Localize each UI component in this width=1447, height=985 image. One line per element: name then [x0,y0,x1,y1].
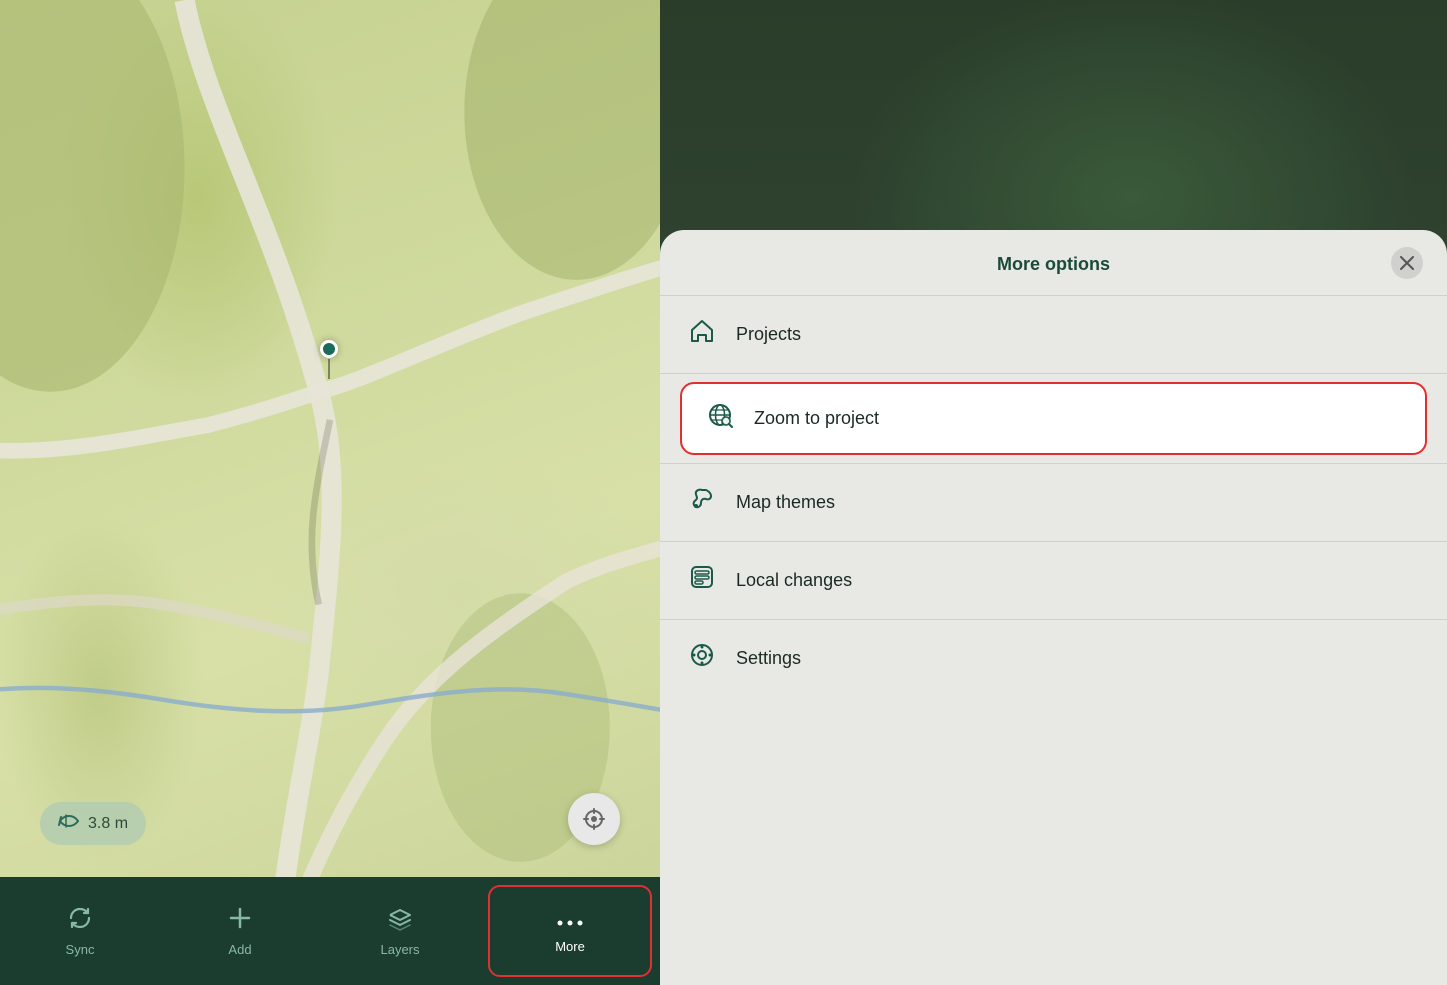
brush-icon [688,486,716,519]
modal-close-button[interactable] [1391,247,1423,279]
home-icon [688,318,716,351]
layers-label: Layers [380,942,419,957]
settings-icon [688,642,716,675]
menu-item-map-themes[interactable]: Map themes [660,464,1447,541]
add-label: Add [228,942,251,957]
zoom-to-project-label: Zoom to project [754,408,879,429]
modal-sheet: More options Projects [660,230,1447,985]
distance-icon [58,812,80,835]
menu-item-projects[interactable]: Projects [660,296,1447,373]
map-panel: 3.8 m Sync [0,0,660,985]
layers-icon [387,905,413,936]
modal-title: More options [997,254,1110,275]
nav-item-add[interactable]: Add [160,877,320,985]
local-changes-label: Local changes [736,570,852,591]
distance-badge: 3.8 m [40,802,146,845]
more-label: More [555,939,585,954]
more-icon [557,909,583,933]
map-themes-label: Map themes [736,492,835,513]
menu-item-local-changes[interactable]: Local changes [660,542,1447,619]
local-changes-icon [688,564,716,597]
menu-item-zoom-to-project[interactable]: Zoom to project [680,382,1427,455]
nav-item-more[interactable]: More [488,885,652,977]
divider-1 [660,373,1447,374]
sync-icon [67,905,93,936]
nav-item-sync[interactable]: Sync [0,877,160,985]
projects-label: Projects [736,324,801,345]
nav-item-layers[interactable]: Layers [320,877,480,985]
location-button[interactable] [568,793,620,845]
sync-label: Sync [66,942,95,957]
modal-header: More options [660,230,1447,295]
menu-item-settings[interactable]: Settings [660,620,1447,697]
globe-zoom-icon [706,402,734,435]
settings-label: Settings [736,648,801,669]
bottom-nav: Sync Add Layers [0,877,660,985]
distance-text: 3.8 m [88,815,128,833]
right-panel: More options Projects [660,0,1447,985]
gps-marker [320,340,338,358]
add-icon [227,905,253,936]
